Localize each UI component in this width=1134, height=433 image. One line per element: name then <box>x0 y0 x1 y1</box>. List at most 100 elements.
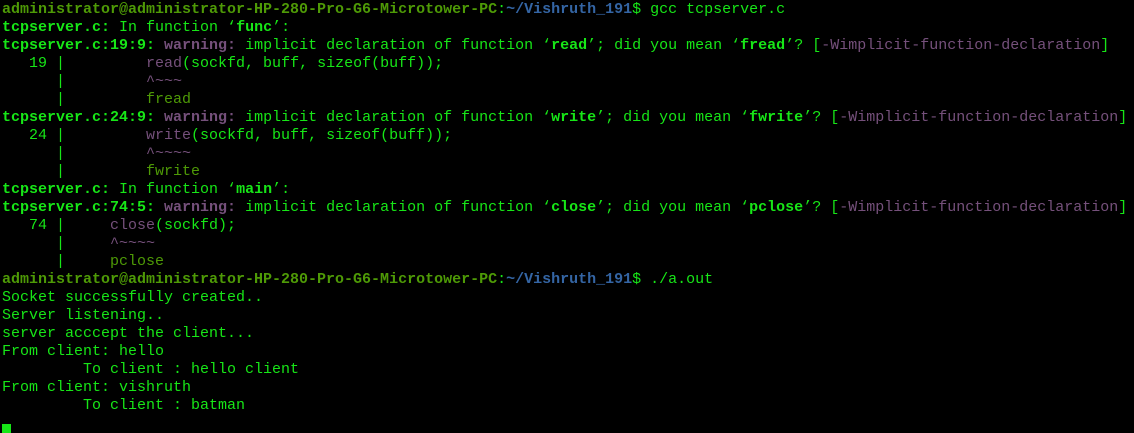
terminal-line: tcpserver.c: In function ‘main’: <box>2 181 1134 199</box>
terminal-text-segment: tcpserver.c:19:9: <box>2 37 156 54</box>
terminal-text-segment: fread <box>146 91 192 108</box>
terminal-text-segment: ~/Vishruth_191 <box>506 271 633 288</box>
terminal-text-segment: tcpserver.c: <box>2 19 111 36</box>
terminal-line: | fwrite <box>2 163 1134 181</box>
terminal-text-segment: ^~~~~ <box>146 145 192 162</box>
terminal-line: | ^~~~ <box>2 73 1134 91</box>
terminal-text-segment: tcpserver.c: <box>2 181 111 198</box>
terminal-text-segment: close <box>110 217 156 234</box>
terminal-line: | fread <box>2 91 1134 109</box>
terminal-text-segment: (sockfd, buff, sizeof(buff)); <box>182 55 444 72</box>
terminal-text-segment: write <box>146 127 192 144</box>
terminal-text-segment: ~/Vishruth_191 <box>506 1 633 18</box>
terminal-text-segment: ] <box>1118 109 1128 126</box>
terminal-line: tcpserver.c: In function ‘func’: <box>2 19 1134 37</box>
terminal-text-segment: (sockfd, buff, sizeof(buff)); <box>191 127 453 144</box>
terminal-text-segment: read <box>551 37 588 54</box>
terminal-text-segment: ’; did you mean ‘ <box>596 109 750 126</box>
terminal-text-segment: pclose <box>749 199 804 216</box>
terminal-text-segment: -Wimplicit-function-declaration <box>839 109 1119 126</box>
terminal-text-segment: | <box>2 163 147 180</box>
terminal-line: tcpserver.c:74:5: warning: implicit decl… <box>2 199 1134 217</box>
terminal-text-segment: implicit declaration of function ‘ <box>236 199 552 216</box>
terminal-text-segment: administrator@administrator-HP-280-Pro-G… <box>2 271 498 288</box>
terminal-text-segment: ’: <box>272 19 291 36</box>
terminal-text-segment: main <box>236 181 273 198</box>
terminal-text-segment: ] <box>1100 37 1110 54</box>
terminal-output[interactable]: administrator@administrator-HP-280-Pro-G… <box>0 0 1134 433</box>
terminal-text-segment: : <box>497 271 507 288</box>
terminal-line: From client: hello <box>2 343 1134 361</box>
terminal-text-segment: ’: <box>272 181 291 198</box>
terminal-text-segment: From client: vishruth <box>2 379 192 396</box>
terminal-text-segment: write <box>551 109 597 126</box>
terminal-line: tcpserver.c:24:9: warning: implicit decl… <box>2 109 1134 127</box>
terminal-text-segment: tcpserver.c:74:5: <box>2 199 156 216</box>
terminal-text-segment: | <box>2 73 147 90</box>
terminal-line: 24 | write(sockfd, buff, sizeof(buff)); <box>2 127 1134 145</box>
terminal-text-segment: 24 | <box>2 127 147 144</box>
terminal-text-segment: ^~~~~ <box>110 235 156 252</box>
terminal-line: 19 | read(sockfd, buff, sizeof(buff)); <box>2 55 1134 73</box>
terminal-input-line[interactable] <box>2 415 1134 433</box>
terminal-text-segment: ’? [ <box>803 199 840 216</box>
terminal-line: Socket successfully created.. <box>2 289 1134 307</box>
terminal-text-segment: In function ‘ <box>110 181 237 198</box>
terminal-text-segment: pclose <box>110 253 165 270</box>
terminal-text-segment: 74 | <box>2 217 111 234</box>
terminal-text-segment: | <box>2 145 147 162</box>
terminal-text-segment: To client : hello client <box>2 361 300 378</box>
terminal-line: server acccept the client... <box>2 325 1134 343</box>
terminal-text-segment: 19 | <box>2 55 147 72</box>
terminal-text-segment: ] <box>1118 199 1128 216</box>
terminal-text-segment: Server listening.. <box>2 307 165 324</box>
terminal-text-segment: implicit declaration of function ‘ <box>236 109 552 126</box>
terminal-text-segment: ^~~~ <box>146 73 183 90</box>
terminal-text-segment: ’; did you mean ‘ <box>596 199 750 216</box>
terminal-text-segment: ’; did you mean ‘ <box>587 37 741 54</box>
terminal-text-segment: warning: <box>164 109 237 126</box>
terminal-text-segment: -Wimplicit-function-declaration <box>839 199 1119 216</box>
terminal-text-segment: server acccept the client... <box>2 325 255 342</box>
terminal-line: | pclose <box>2 253 1134 271</box>
terminal-text-segment: (sockfd); <box>155 217 237 234</box>
terminal-text-segment: implicit declaration of function ‘ <box>236 37 552 54</box>
terminal-text-segment: | <box>2 235 111 252</box>
terminal-text-segment: $ gcc tcpserver.c <box>632 1 786 18</box>
terminal-text-segment: fread <box>740 37 786 54</box>
terminal-text-segment: close <box>551 199 597 216</box>
terminal-text-segment: warning: <box>164 199 237 216</box>
terminal-text-segment: warning: <box>164 37 237 54</box>
terminal-line: administrator@administrator-HP-280-Pro-G… <box>2 271 1134 289</box>
terminal-text-segment: $ ./a.out <box>632 271 714 288</box>
terminal-line: administrator@administrator-HP-280-Pro-G… <box>2 1 1134 19</box>
terminal-line: From client: vishruth <box>2 379 1134 397</box>
terminal-line: To client : batman <box>2 397 1134 415</box>
terminal-text-segment: -Wimplicit-function-declaration <box>821 37 1101 54</box>
terminal-text-segment: ’? [ <box>803 109 840 126</box>
terminal-line: Server listening.. <box>2 307 1134 325</box>
terminal-text-segment: func <box>236 19 273 36</box>
terminal-line: 74 | close(sockfd); <box>2 217 1134 235</box>
terminal-text-segment: administrator@administrator-HP-280-Pro-G… <box>2 1 498 18</box>
terminal-text-segment: ’? [ <box>785 37 822 54</box>
terminal-text-segment: From client: hello <box>2 343 165 360</box>
terminal-text-segment: tcpserver.c:24:9: <box>2 109 156 126</box>
cursor-block <box>2 424 11 433</box>
terminal-text-segment: : <box>497 1 507 18</box>
terminal-line: tcpserver.c:19:9: warning: implicit decl… <box>2 37 1134 55</box>
terminal-text-segment: To client : batman <box>2 397 246 414</box>
terminal-line: To client : hello client <box>2 361 1134 379</box>
terminal-text-segment: Socket successfully created.. <box>2 289 264 306</box>
terminal-line: | ^~~~~ <box>2 145 1134 163</box>
terminal-text-segment: fwrite <box>146 163 201 180</box>
terminal-text-segment: | <box>2 91 147 108</box>
terminal-text-segment: In function ‘ <box>110 19 237 36</box>
terminal-line: | ^~~~~ <box>2 235 1134 253</box>
terminal-text-segment: | <box>2 253 111 270</box>
terminal-text-segment: fwrite <box>749 109 804 126</box>
terminal-text-segment: read <box>146 55 183 72</box>
